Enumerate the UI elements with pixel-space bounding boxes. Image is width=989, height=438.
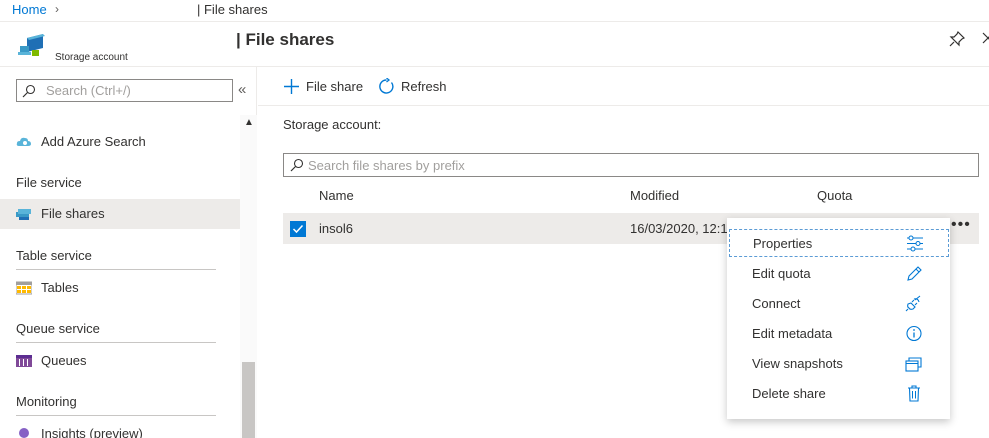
column-header-name[interactable]: Name: [319, 188, 354, 203]
refresh-button[interactable]: Refresh: [378, 77, 453, 97]
sidebar-scrollbar[interactable]: ▲: [240, 115, 257, 438]
more-options-icon[interactable]: •••: [951, 216, 971, 234]
file-share-name[interactable]: insol6: [319, 221, 353, 236]
queue-icon: [16, 355, 32, 367]
sidebar-item-label: File shares: [41, 206, 105, 221]
plug-icon: [905, 295, 921, 312]
resource-type-label: Storage account: [55, 52, 128, 63]
menu-item-properties[interactable]: Properties: [728, 228, 950, 258]
sidebar: Search (Ctrl+/) « Add Azure Search File …: [0, 67, 257, 438]
file-share-search-input[interactable]: Search file shares by prefix: [283, 153, 979, 177]
page-title: | File shares: [236, 30, 335, 49]
add-file-share-button[interactable]: File share: [283, 77, 373, 97]
menu-item-label: Edit quota: [752, 266, 811, 281]
sidebar-item-label: Queues: [41, 353, 87, 368]
sidebar-divider: [16, 415, 216, 416]
collapse-sidebar-icon[interactable]: «: [238, 81, 246, 98]
menu-item-label: Edit metadata: [752, 326, 833, 341]
refresh-label: Refresh: [401, 79, 447, 94]
menu-item-label: Delete share: [752, 386, 826, 401]
scroll-up-icon[interactable]: ▲: [244, 117, 254, 128]
context-menu: Properties Edit quota Connect Edit metad…: [727, 218, 950, 419]
menu-item-view-snapshots[interactable]: View snapshots: [727, 348, 950, 378]
refresh-icon: [379, 78, 394, 94]
sidebar-item-file-shares[interactable]: File shares: [0, 199, 240, 229]
add-file-share-label: File share: [306, 79, 364, 94]
storage-account-icon: [18, 34, 45, 56]
plus-icon: [284, 79, 299, 94]
menu-item-label: Connect: [752, 296, 801, 311]
info-icon: [906, 325, 922, 342]
pencil-icon: [907, 266, 922, 281]
breadcrumb-home-link[interactable]: Home: [12, 2, 47, 17]
column-header-quota[interactable]: Quota: [817, 188, 852, 203]
file-shares-icon: [16, 209, 31, 220]
trash-icon: [908, 385, 920, 402]
menu-item-connect[interactable]: Connect: [727, 288, 950, 318]
blade-header: Storage account | File shares: [0, 22, 989, 67]
breadcrumb: Home › | File shares: [0, 0, 989, 22]
sidebar-section-file-service: File service: [16, 175, 82, 190]
sidebar-section-monitoring: Monitoring: [16, 394, 77, 409]
settings-sliders-icon: [907, 235, 923, 252]
sidebar-divider: [16, 342, 216, 343]
insights-icon: [19, 428, 29, 438]
table-icon: [16, 281, 32, 295]
sidebar-search-input[interactable]: Search (Ctrl+/): [16, 79, 233, 102]
file-share-modified: 16/03/2020, 12:1: [630, 221, 728, 236]
pin-icon[interactable]: [949, 31, 965, 47]
sidebar-item-label: Tables: [41, 280, 79, 295]
column-header-modified[interactable]: Modified: [630, 188, 679, 203]
menu-item-label: View snapshots: [752, 356, 843, 371]
sidebar-item-queues[interactable]: Queues: [0, 346, 240, 376]
sidebar-item-label: Insights (preview): [41, 426, 143, 438]
cloud-search-icon: [16, 137, 31, 146]
search-icon: [290, 158, 304, 172]
sidebar-divider: [16, 269, 216, 270]
search-icon: [22, 84, 36, 98]
menu-item-label: Properties: [753, 236, 813, 251]
snapshots-icon: [905, 357, 922, 372]
sidebar-item-insights[interactable]: Insights (preview): [0, 419, 240, 438]
menu-item-edit-quota[interactable]: Edit quota: [727, 258, 950, 288]
file-share-search-placeholder: Search file shares by prefix: [308, 158, 465, 173]
sidebar-item-add-azure-search[interactable]: Add Azure Search: [0, 127, 240, 157]
chevron-right-icon: ›: [55, 2, 59, 16]
storage-account-label: Storage account:: [283, 117, 382, 132]
command-bar: File share Refresh: [258, 67, 989, 106]
sidebar-section-table-service: Table service: [16, 248, 92, 263]
row-checkbox[interactable]: [290, 221, 306, 237]
close-icon[interactable]: [981, 31, 989, 45]
menu-item-edit-metadata[interactable]: Edit metadata: [727, 318, 950, 348]
breadcrumb-current: | File shares: [197, 2, 268, 17]
sidebar-search-placeholder: Search (Ctrl+/): [46, 83, 131, 98]
sidebar-section-queue-service: Queue service: [16, 321, 100, 336]
sidebar-item-label: Add Azure Search: [41, 134, 146, 149]
menu-item-delete-share[interactable]: Delete share: [727, 378, 950, 408]
sidebar-item-tables[interactable]: Tables: [0, 273, 240, 303]
scrollbar-thumb[interactable]: [242, 362, 255, 438]
